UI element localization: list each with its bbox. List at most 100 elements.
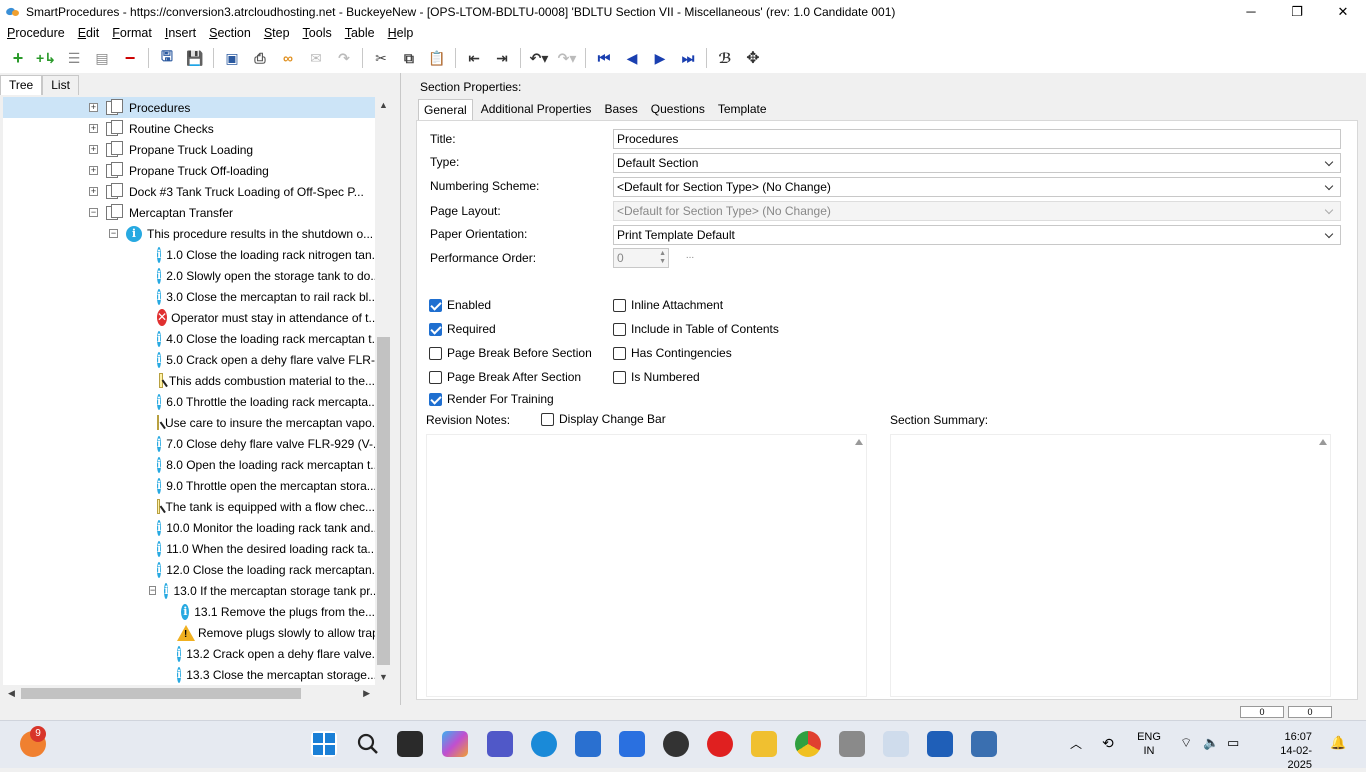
tree-item[interactable]: i 8.0 Open the loading rack mercaptan t..…	[3, 454, 375, 475]
scrollbar-thumb[interactable]	[21, 688, 301, 699]
tree-item[interactable]: i 11.0 When the desired loading rack ta..…	[3, 538, 375, 559]
clock[interactable]: 16:07 14-02-2025	[1256, 730, 1312, 772]
store-icon[interactable]	[575, 731, 601, 757]
tree-item[interactable]: + Propane Truck Loading	[3, 139, 375, 160]
start-button[interactable]	[311, 731, 337, 757]
outdent-icon[interactable]: ⇤	[463, 47, 485, 69]
tree-item[interactable]: i 13.2 Crack open a dehy flare valve...	[3, 643, 375, 664]
redo-step-icon[interactable]: ↷	[333, 47, 355, 69]
scrollbar-thumb[interactable]	[377, 337, 390, 665]
cut-icon[interactable]: ✂	[370, 47, 392, 69]
battery-icon[interactable]: ▭	[1227, 736, 1239, 750]
redo-icon[interactable]: ↷▾	[556, 47, 578, 69]
page-break-after-checkbox[interactable]: Page Break After Section	[429, 370, 581, 384]
pdf-app-icon[interactable]	[839, 731, 865, 757]
collapse-icon[interactable]: −	[89, 208, 98, 217]
expand-icon[interactable]: +	[89, 145, 98, 154]
close-button[interactable]: ✕	[1320, 0, 1366, 23]
scroll-down-icon[interactable]: ▼	[379, 672, 388, 682]
collapse-icon[interactable]: −	[109, 229, 118, 238]
tree-item[interactable]: i 12.0 Close the loading rack mercaptan..…	[3, 559, 375, 580]
notification-bell-icon[interactable]: 🔔	[1330, 736, 1346, 750]
menu-edit[interactable]: Edit	[71, 26, 106, 40]
enabled-checkbox[interactable]: Enabled	[429, 298, 491, 312]
menu-tools[interactable]: Tools	[296, 26, 338, 40]
menu-step[interactable]: Step	[257, 26, 296, 40]
tree-item[interactable]: i 6.0 Throttle the loading rack mercapta.…	[3, 391, 375, 412]
tab-list[interactable]: List	[42, 75, 79, 95]
tree-item[interactable]: + Propane Truck Off-loading	[3, 160, 375, 181]
publish-icon[interactable]: ▣	[221, 47, 243, 69]
display-change-bar-checkbox[interactable]: Display Change Bar	[541, 412, 666, 426]
smartprocedures-taskbar-icon[interactable]	[883, 731, 909, 757]
wifi-icon[interactable]: ⌔	[1180, 736, 1192, 750]
teams-icon[interactable]	[487, 731, 513, 757]
scroll-up-icon[interactable]	[855, 439, 863, 445]
add-child-icon[interactable]: +↳	[35, 47, 57, 69]
menu-help[interactable]: Help	[381, 26, 420, 40]
tab-additional-properties[interactable]: Additional Properties	[476, 99, 597, 120]
language-indicator[interactable]: ENG IN	[1136, 730, 1162, 758]
tab-tree[interactable]: Tree	[0, 75, 43, 95]
maximize-button[interactable]: ❐	[1274, 0, 1320, 23]
copy-icon[interactable]: ⧉	[398, 47, 420, 69]
chrome-icon[interactable]	[795, 731, 821, 757]
tree-vertical-scrollbar[interactable]: ▲ ▼	[375, 97, 392, 685]
tree-item[interactable]: The tank is equipped with a flow chec...	[3, 496, 375, 517]
numbering-scheme-select[interactable]: <Default for Section Type> (No Change)	[613, 177, 1341, 197]
previous-icon[interactable]: ◀	[621, 47, 643, 69]
render-for-training-checkbox[interactable]: Render For Training	[429, 392, 554, 406]
expand-icon[interactable]: +	[89, 124, 98, 133]
save-all-icon[interactable]: 🖫	[156, 47, 178, 69]
tree-item[interactable]: i 4.0 Close the loading rack mercaptan t.…	[3, 328, 375, 349]
tree-item[interactable]: i 13.3 Close the mercaptan storage...	[3, 664, 375, 685]
search-icon[interactable]	[355, 731, 381, 757]
menu-section[interactable]: Section	[202, 26, 257, 40]
paste-icon[interactable]: 📋	[426, 47, 448, 69]
save-icon[interactable]: 💾	[184, 47, 206, 69]
dell-icon[interactable]	[663, 731, 689, 757]
opera-icon[interactable]	[707, 731, 733, 757]
scroll-up-icon[interactable]: ▲	[379, 100, 388, 110]
menu-table[interactable]: Table	[338, 26, 381, 40]
list-detail-icon[interactable]: ▤	[91, 47, 113, 69]
move-icon[interactable]: ✥	[742, 47, 764, 69]
scroll-up-icon[interactable]	[1319, 439, 1327, 445]
tray-chevron-icon[interactable]: ︿	[1070, 737, 1082, 751]
last-icon[interactable]: ⏭	[677, 47, 699, 69]
tree-item[interactable]: ✕ Operator must stay in attendance of t..…	[3, 307, 375, 328]
minimize-button[interactable]: ─	[1228, 0, 1274, 23]
volume-icon[interactable]: 🔈	[1203, 736, 1219, 750]
spellcheck-icon[interactable]: ℬ	[714, 47, 736, 69]
tree-item[interactable]: − Mercaptan Transfer	[3, 202, 375, 223]
tree-item[interactable]: + Routine Checks	[3, 118, 375, 139]
menu-insert[interactable]: Insert	[158, 26, 202, 40]
tab-bases[interactable]: Bases	[599, 99, 642, 120]
file-explorer-icon[interactable]	[751, 731, 777, 757]
tab-questions[interactable]: Questions	[646, 99, 710, 120]
indent-icon[interactable]: ⇥	[491, 47, 513, 69]
add-icon[interactable]: +	[7, 47, 29, 69]
tree-item[interactable]: i 1.0 Close the loading rack nitrogen tan…	[3, 244, 375, 265]
tree-item[interactable]: ! Remove plugs slowly to allow trap...	[3, 622, 375, 643]
page-break-before-checkbox[interactable]: Page Break Before Section	[429, 346, 592, 360]
menu-procedure[interactable]: Procedure	[0, 26, 71, 40]
required-checkbox[interactable]: Required	[429, 322, 496, 336]
tree-item[interactable]: i 10.0 Monitor the loading rack tank and.…	[3, 517, 375, 538]
pane-splitter[interactable]	[400, 73, 405, 705]
section-summary-textarea[interactable]	[890, 434, 1331, 697]
next-icon[interactable]: ▶	[649, 47, 671, 69]
paper-orientation-select[interactable]: Print Template Default	[613, 225, 1341, 245]
tree-item[interactable]: i 3.0 Close the mercaptan to rail rack bl…	[3, 286, 375, 307]
word-icon[interactable]	[927, 731, 953, 757]
list-icon[interactable]: ☰	[63, 47, 85, 69]
tree-item[interactable]: + Procedures	[3, 97, 375, 118]
copilot-icon[interactable]	[442, 731, 468, 757]
tree-item[interactable]: i 2.0 Slowly open the storage tank to do.…	[3, 265, 375, 286]
expand-icon[interactable]: +	[89, 103, 98, 112]
performance-order-stepper[interactable]: 0 ▲ ▼	[613, 248, 669, 268]
menu-format[interactable]: Format	[105, 26, 158, 40]
remote-desktop-icon[interactable]	[971, 731, 997, 757]
collapse-icon[interactable]: −	[149, 586, 157, 595]
tree-item[interactable]: − i 13.0 If the mercaptan storage tank pr.…	[3, 580, 375, 601]
